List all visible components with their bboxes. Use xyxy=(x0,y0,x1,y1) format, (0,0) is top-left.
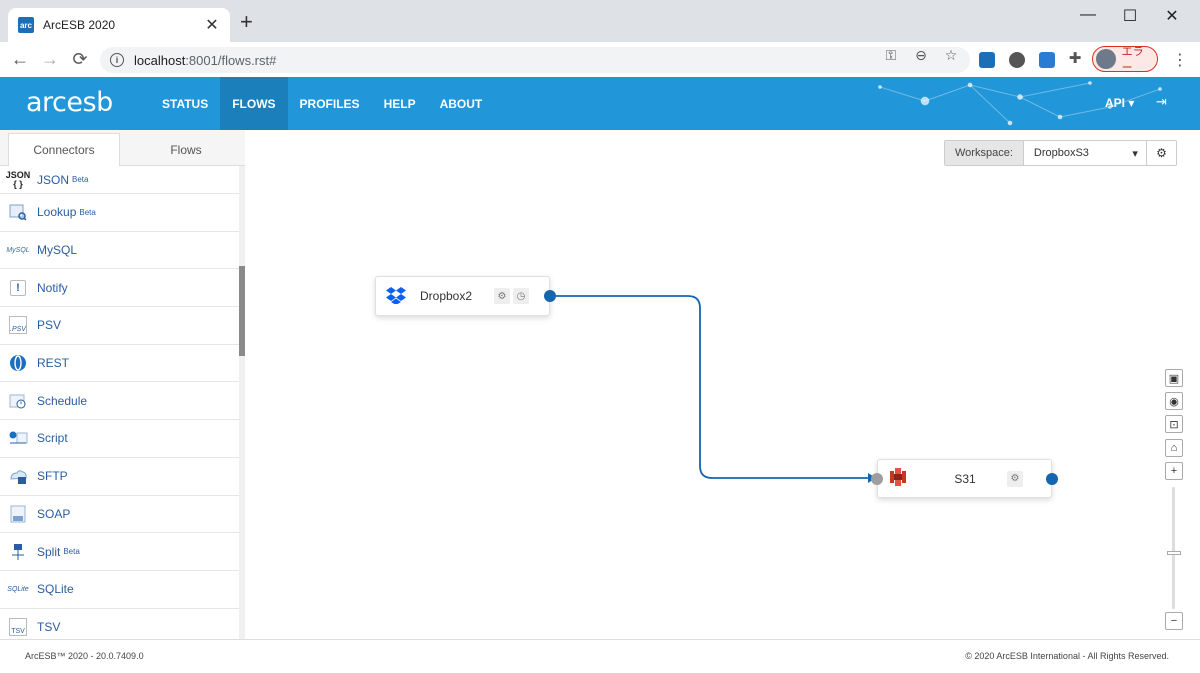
flow-node-s3[interactable]: S31 ⚙ xyxy=(877,459,1052,498)
node-label: Dropbox2 xyxy=(420,289,473,303)
dropbox-icon xyxy=(386,286,406,307)
input-port[interactable] xyxy=(871,473,883,485)
gear-icon: ⚙ xyxy=(1010,473,1020,484)
eye-icon: ◉ xyxy=(1169,395,1179,408)
flow-node-dropbox[interactable]: Dropbox2 ⚙ ◷ xyxy=(375,276,550,316)
home-icon: ⌂ xyxy=(1170,442,1178,454)
zoom-slider[interactable] xyxy=(1172,487,1175,609)
node-settings-button[interactable]: ⚙ xyxy=(1007,470,1023,487)
s3-icon xyxy=(890,468,906,489)
minus-icon: − xyxy=(1170,615,1178,627)
connection-line[interactable] xyxy=(556,295,868,479)
gear-icon: ⚙ xyxy=(497,290,507,302)
preview-button[interactable]: ◉ xyxy=(1165,392,1183,410)
fit-icon: ⊡ xyxy=(1169,418,1179,431)
zoom-out-button[interactable]: − xyxy=(1165,612,1183,630)
version-text: ArcESB™ 2020 - 20.0.7409.0 xyxy=(25,651,144,661)
output-port[interactable] xyxy=(544,290,556,302)
copyright-text: © 2020 ArcESB International - All Rights… xyxy=(965,651,1169,661)
node-label: S31 xyxy=(954,471,976,486)
plus-icon: + xyxy=(1170,465,1178,477)
clock-icon: ◷ xyxy=(516,290,526,302)
node-settings-button[interactable]: ⚙ xyxy=(494,288,510,304)
floppy-icon: ▣ xyxy=(1168,372,1180,385)
flow-connection xyxy=(556,295,876,483)
home-view-button[interactable]: ⌂ xyxy=(1165,439,1183,457)
zoom-slider-thumb[interactable] xyxy=(1167,551,1181,555)
fit-view-button[interactable]: ⊡ xyxy=(1165,415,1183,433)
output-port[interactable] xyxy=(1046,473,1058,485)
footer: ArcESB™ 2020 - 20.0.7409.0 © 2020 ArcESB… xyxy=(0,639,1200,673)
node-schedule-button[interactable]: ◷ xyxy=(513,288,529,304)
save-button[interactable]: ▣ xyxy=(1165,369,1183,387)
zoom-in-button[interactable]: + xyxy=(1165,462,1183,480)
